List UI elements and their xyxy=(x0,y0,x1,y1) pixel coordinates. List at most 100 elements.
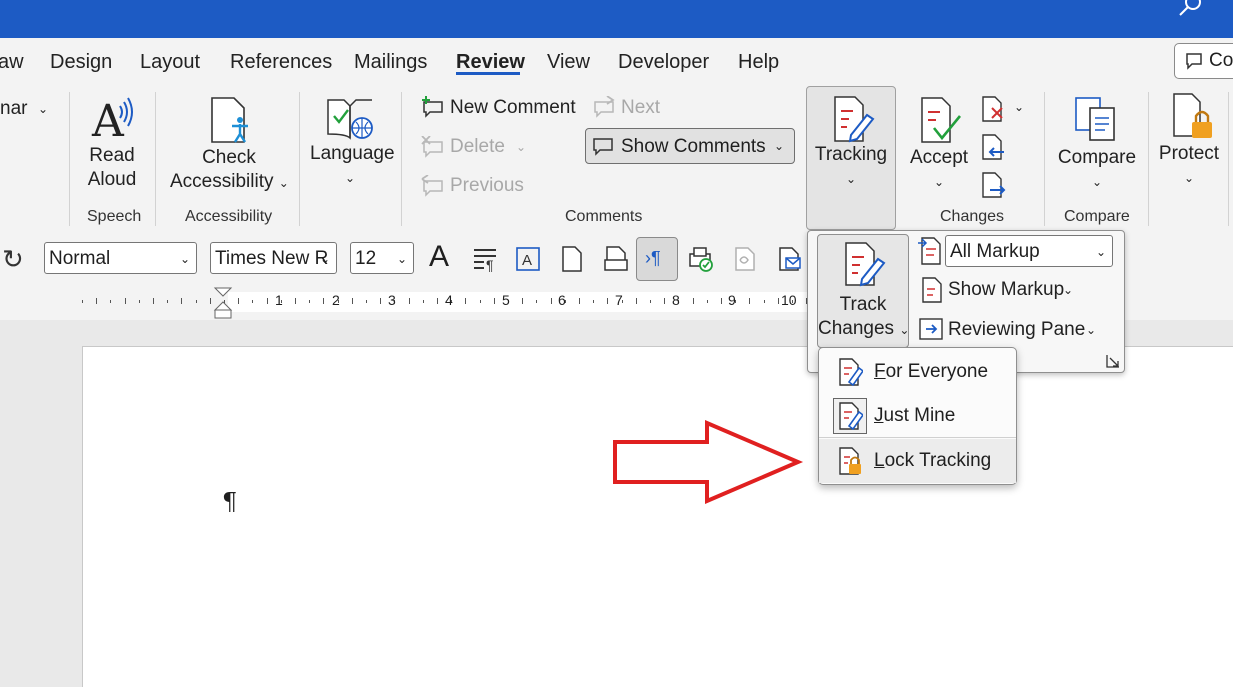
protect-icon[interactable] xyxy=(1170,92,1216,142)
new-comment-button[interactable]: New Comment xyxy=(450,97,576,119)
track-changes-icon xyxy=(839,402,863,430)
ruler-tick xyxy=(749,298,750,304)
menu-item-for-everyone[interactable]: For Everyone xyxy=(819,350,1016,394)
group-label-speech: Speech xyxy=(87,208,142,225)
show-markup-button[interactable]: Show Markup xyxy=(948,279,1064,301)
markup-display-select[interactable]: All Markup ⌄ xyxy=(945,235,1113,267)
track-changes-icon xyxy=(834,96,875,143)
show-formatting-marks-button[interactable]: ›¶ xyxy=(636,237,678,281)
menu-item-lock-tracking[interactable]: Lock Tracking xyxy=(819,439,1016,483)
tab-draw[interactable]: aw xyxy=(0,51,24,74)
compare-button[interactable]: Compare ⌄ xyxy=(1056,146,1138,194)
tab-help[interactable]: Help xyxy=(738,51,779,74)
tab-mailings[interactable]: Mailings xyxy=(354,51,427,74)
show-comments-button[interactable]: Show Comments ⌄ xyxy=(585,128,795,164)
show-markup-icon xyxy=(922,277,942,303)
check-accessibility-button[interactable]: Check Accessibility ⌄ xyxy=(170,146,289,195)
ruler-tick xyxy=(352,298,353,304)
protect-button[interactable]: Protect ⌄ xyxy=(1152,142,1226,190)
ruler-tick xyxy=(139,300,140,303)
read-aloud-icon[interactable]: A xyxy=(90,94,136,142)
indent-marker-icon[interactable] xyxy=(212,286,234,320)
partial-grammar-button[interactable]: nar xyxy=(0,98,27,120)
tracking-button[interactable]: Tracking ⌄ xyxy=(806,86,896,230)
tab-layout[interactable]: Layout xyxy=(140,51,200,74)
comments-button-label: Co xyxy=(1209,50,1233,71)
menu-item-just-mine[interactable]: Just Mine xyxy=(819,394,1016,438)
previous-comment-button[interactable]: Previous xyxy=(450,175,524,197)
ruler-tick xyxy=(693,298,694,304)
ruler-tick xyxy=(607,298,608,304)
ruler-tick xyxy=(210,298,211,304)
svg-text:¶: ¶ xyxy=(486,257,494,272)
ruler-number: 7 xyxy=(615,292,623,308)
dialog-launcher-icon[interactable] xyxy=(1106,354,1120,368)
ruler-tick xyxy=(153,298,154,304)
ruler-tick xyxy=(295,298,296,304)
tab-view[interactable]: View xyxy=(547,51,590,74)
track-changes-icon xyxy=(845,242,886,287)
chevron-down-icon: ⌄ xyxy=(1086,323,1097,337)
style-select[interactable]: Normal ⌄ xyxy=(44,242,197,274)
page-icon[interactable] xyxy=(560,246,584,272)
ruler-tick xyxy=(423,300,424,303)
group-label-changes: Changes xyxy=(940,208,1005,225)
tab-references[interactable]: References xyxy=(230,51,332,74)
ruler-tick xyxy=(664,298,665,304)
redo-icon[interactable]: ↻ xyxy=(2,244,24,275)
print-layout-icon[interactable] xyxy=(603,246,629,272)
ruler-tick xyxy=(110,300,111,303)
accessibility-check-icon[interactable] xyxy=(208,96,254,146)
ruler-number: 1 xyxy=(275,292,283,308)
read-aloud-button[interactable]: Read Aloud xyxy=(82,144,142,192)
chevron-down-icon: ⌄ xyxy=(38,102,49,116)
ruler-number: 3 xyxy=(388,292,396,308)
paragraph-mark: ¶ xyxy=(222,488,238,516)
font-select[interactable]: Times New R ⌄ xyxy=(210,242,337,274)
ruler-number: 8 xyxy=(672,292,680,308)
next-comment-button[interactable]: Next xyxy=(621,97,660,119)
ruler-tick xyxy=(167,300,168,303)
ruler-tick xyxy=(181,298,182,304)
ruler-tick xyxy=(650,300,651,303)
delete-comment-button[interactable]: Delete xyxy=(450,136,505,158)
track-changes-menu: For Everyone Just Mine Lock Tracking xyxy=(818,347,1017,485)
tab-design[interactable]: Design xyxy=(50,51,112,74)
language-button[interactable]: Language ⌄ xyxy=(310,142,395,190)
title-bar xyxy=(0,0,1233,38)
display-for-review-icon xyxy=(918,237,941,265)
comments-button[interactable]: Co xyxy=(1174,43,1233,79)
pilcrow-icon: ›¶ xyxy=(645,248,661,268)
link-icon[interactable] xyxy=(732,246,758,272)
tab-developer[interactable]: Developer xyxy=(618,51,709,74)
tab-review[interactable]: Review xyxy=(456,51,525,74)
reject-icon[interactable] xyxy=(980,96,1006,122)
ruler-tick xyxy=(252,300,253,303)
ruler-tick xyxy=(309,300,310,303)
document-page[interactable] xyxy=(82,346,1233,687)
accept-button[interactable]: Accept ⌄ xyxy=(906,146,972,194)
print-preview-icon[interactable] xyxy=(688,246,714,272)
compare-icon[interactable] xyxy=(1072,96,1120,144)
track-changes-button[interactable]: Track Changes ⌄ xyxy=(817,234,909,348)
chevron-down-icon: ⌄ xyxy=(516,140,527,154)
ruler-tick xyxy=(96,298,97,304)
previous-change-icon[interactable] xyxy=(980,134,1006,160)
accept-icon[interactable] xyxy=(918,96,964,146)
paragraph-format-icon[interactable]: ¶ xyxy=(472,246,498,272)
ribbon-tabs: aw Design Layout References Mailings Rev… xyxy=(0,38,1233,86)
reviewing-pane-button[interactable]: Reviewing Pane xyxy=(948,319,1085,341)
font-size-select[interactable]: 12 ⌄ xyxy=(350,242,414,274)
group-label-accessibility: Accessibility xyxy=(185,208,273,225)
email-icon[interactable] xyxy=(776,246,802,272)
text-box-icon[interactable]: A xyxy=(515,246,541,272)
search-icon[interactable] xyxy=(1175,0,1205,22)
font-icon[interactable]: A xyxy=(429,240,449,274)
ruler-tick xyxy=(465,298,466,304)
next-change-icon[interactable] xyxy=(980,172,1006,198)
ruler-number: 6 xyxy=(558,292,566,308)
track-changes-icon xyxy=(839,358,863,386)
language-icon[interactable] xyxy=(326,94,376,140)
svg-text:A: A xyxy=(91,96,125,142)
chevron-down-icon: ⌄ xyxy=(774,139,785,153)
